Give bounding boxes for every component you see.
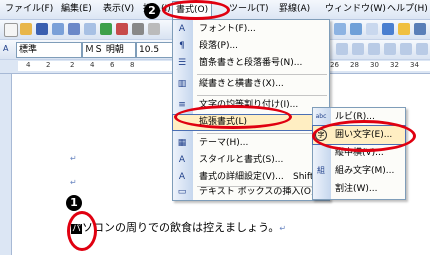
textbox-icon: ▭	[177, 187, 187, 197]
menu-tools[interactable]: ツール(T)	[226, 0, 272, 19]
menu-item-paragraph[interactable]: ¶ 段落(P)...	[173, 39, 329, 54]
spelling-icon[interactable]	[100, 23, 112, 35]
line-spacing-icon[interactable]	[400, 43, 412, 55]
menu-item-label: 組み文字(M)...	[335, 166, 395, 176]
new-document-icon[interactable]	[4, 23, 18, 37]
bullets-icon: ☰	[177, 58, 187, 68]
document-text: ソコンの周りでの飲食は控えましょう。	[82, 221, 280, 234]
justify-icon[interactable]	[384, 43, 396, 55]
styles-icon: A	[178, 155, 186, 165]
menu-help[interactable]: ヘルプ(H)	[384, 0, 430, 19]
paragraph-icon: ¶	[179, 41, 185, 51]
menu-table[interactable]: 罫線(A)	[276, 0, 313, 19]
menu-window[interactable]: ウィンドウ(W)	[322, 0, 389, 19]
save-icon[interactable]	[36, 23, 48, 35]
menu-item-label: スタイルと書式(S)...	[199, 155, 284, 165]
text-direction-icon: ▥	[177, 79, 187, 89]
align-right-icon[interactable]	[368, 43, 380, 55]
menu-item-label: フォント(F)...	[199, 24, 256, 34]
menu-item-font[interactable]: A フォント(F)...	[173, 22, 329, 37]
permission-icon[interactable]	[52, 23, 64, 35]
menu-item-label: 箇条書きと段落番号(N)...	[199, 58, 303, 68]
step-1-badge: 1	[66, 195, 82, 211]
vertical-ruler[interactable]	[0, 74, 12, 255]
ruler-number: 6	[110, 61, 115, 69]
menu-item-combine-characters[interactable]: 組 組み文字(M)...	[313, 162, 405, 180]
paragraph-mark: ↵	[70, 178, 77, 187]
open-folder-icon[interactable]	[20, 23, 32, 35]
menu-separator	[197, 95, 327, 96]
document-text-line[interactable]: パソコンの周りでの飲食は控えましょう。↵	[71, 219, 286, 235]
paragraph-mark: ↵	[70, 154, 77, 163]
columns-icon[interactable]	[366, 23, 378, 35]
step-2-badge: 2	[144, 3, 160, 19]
menu-item-reveal-formatting[interactable]: A 書式の詳細設定(V)... Shift+F1	[173, 170, 332, 185]
ruler-number: 4	[26, 61, 31, 69]
print-icon[interactable]	[68, 23, 80, 35]
menu-item-two-lines-in-one[interactable]: 割注(W)...	[313, 180, 405, 198]
ruler-number: 2	[46, 61, 51, 69]
menu-item-insert-textbox[interactable]: ▭ テキスト ボックスの挿入(O)	[173, 185, 329, 200]
drawing-icon[interactable]	[382, 23, 394, 35]
numbering-icon[interactable]	[416, 43, 428, 55]
menu-item-label: 書式の詳細設定(V)...	[199, 172, 284, 182]
annotation-oval-format-menu	[162, 0, 230, 20]
ruler-number: 4	[90, 61, 95, 69]
ruler-number: 30	[370, 61, 379, 69]
font-size-select[interactable]: 10.5	[136, 42, 174, 58]
ruler-number: 28	[350, 61, 359, 69]
ruler-number: 2	[70, 61, 75, 69]
ruler-number: 32	[390, 61, 399, 69]
menu-file[interactable]: ファイル(F)	[2, 0, 56, 19]
align-center-icon[interactable]	[352, 43, 364, 55]
research-icon[interactable]	[116, 23, 128, 35]
font-select[interactable]: ＭＳ 明朝	[82, 42, 136, 58]
align-left-icon[interactable]	[336, 43, 348, 55]
font-icon: A	[178, 24, 186, 34]
ruby-icon: abc	[315, 113, 327, 120]
menu-separator	[197, 133, 327, 134]
cut-icon[interactable]	[132, 23, 144, 35]
show-hide-icon[interactable]	[414, 23, 426, 35]
menu-edit[interactable]: 編集(E)	[58, 0, 95, 19]
combine-characters-icon: 組	[317, 166, 325, 175]
styles-pane-icon[interactable]: A	[3, 43, 15, 55]
menu-item-theme[interactable]: ▦ テーマ(H)...	[173, 136, 329, 151]
menu-item-styles[interactable]: A スタイルと書式(S)...	[173, 153, 329, 168]
menu-item-label: 段落(P)...	[199, 41, 239, 51]
menu-item-text-direction[interactable]: ▥ 縦書きと横書き(X)...	[173, 77, 329, 92]
menu-item-bullets-numbering[interactable]: ☰ 箇条書きと段落番号(N)...	[173, 56, 329, 71]
annotation-oval-selected-char	[67, 211, 97, 251]
menu-item-label: テーマ(H)...	[199, 138, 249, 148]
annotation-oval-asian-layout	[174, 105, 292, 129]
print-preview-icon[interactable]	[84, 23, 96, 35]
ruler-number: 8	[130, 61, 135, 69]
ruler-number: 26	[330, 61, 339, 69]
menu-item-label: 縦書きと横書き(X)...	[199, 79, 284, 89]
document-map-icon[interactable]	[398, 23, 410, 35]
theme-icon: ▦	[177, 138, 187, 148]
menu-item-label: 割注(W)...	[335, 184, 378, 194]
copy-icon[interactable]	[148, 23, 160, 35]
menu-item-label: テキスト ボックスの挿入(O)	[199, 187, 315, 197]
menu-separator	[197, 74, 327, 75]
paragraph-mark: ↵	[279, 224, 287, 233]
annotation-oval-enclose-characters	[312, 120, 416, 152]
excel-table-icon[interactable]	[350, 23, 362, 35]
ruler-number: 34	[410, 61, 419, 69]
reveal-formatting-icon: A	[178, 172, 186, 182]
table-icon[interactable]	[334, 23, 346, 35]
menu-view[interactable]: 表示(V)	[100, 0, 137, 19]
style-select[interactable]: 標準	[16, 42, 82, 58]
